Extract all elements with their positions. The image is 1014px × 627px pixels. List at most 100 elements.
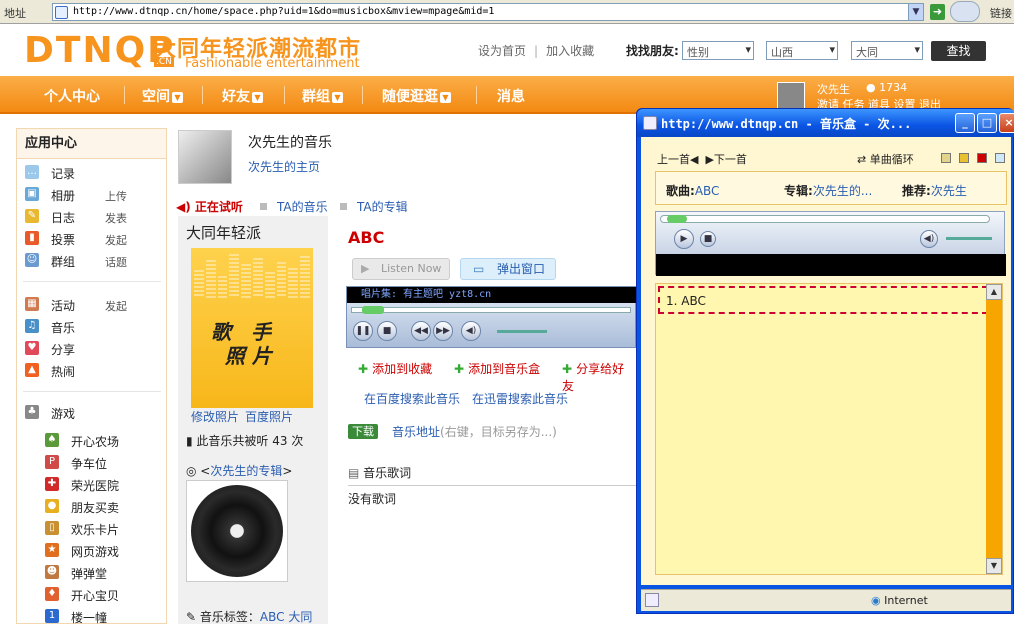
game-item[interactable]: ★ 网页游戏 [23, 541, 163, 561]
player-progress[interactable] [351, 306, 631, 314]
close-icon[interactable]: × [999, 113, 1014, 133]
group-icon: ☺ [25, 253, 39, 267]
window-titlebar[interactable]: http://www.dtnqp.cn - 音乐盒 - 次... _ □ × [637, 109, 1014, 137]
nav-item-friends[interactable]: 好友 ▼ [222, 86, 263, 106]
add-musicbox-link[interactable]: 添加到音乐盒 [454, 360, 540, 377]
sidebar-item-poll[interactable]: ▮ 投票 发起 [23, 229, 163, 249]
maximize-icon[interactable]: □ [977, 113, 997, 133]
bar-chart-icon: ▮ [25, 231, 39, 245]
url-dropdown-icon[interactable]: ▼ [908, 3, 924, 21]
download-badge[interactable]: 下载 [348, 424, 378, 439]
game-item[interactable]: ♦ 开心宝贝 [23, 585, 163, 605]
sidebar-item-album[interactable]: ▣ 相册 上传 [23, 185, 163, 205]
address-bar: 地址 http://www.dtnqp.cn/home/space.php?ui… [0, 0, 1014, 24]
game-item[interactable]: ☻ 弹弹堂 [23, 563, 163, 583]
sidebar-item-blog[interactable]: ✎ 日志 发表 [23, 207, 163, 227]
popup-window-button[interactable]: 弹出窗口 [460, 258, 556, 280]
music-address-link[interactable]: 音乐地址(右键，目标另存为...) [392, 423, 557, 440]
toolbar-plugin-icon[interactable] [950, 1, 980, 22]
playlist-item[interactable]: 1. ABC [658, 286, 988, 314]
city-select[interactable]: 大同 [851, 41, 923, 60]
site-logo-en: Fashionable entertainment [185, 56, 360, 71]
scroll-down-icon[interactable]: ▼ [986, 558, 1002, 574]
game-item[interactable]: 1 楼一幢 [23, 607, 163, 627]
user-avatar[interactable] [777, 82, 805, 110]
tab-bullet [340, 203, 347, 210]
pause-icon[interactable]: ❚❚ [353, 321, 373, 341]
next-track-icon[interactable]: ▶▶ [433, 321, 453, 341]
nav-username[interactable]: 次先生 [817, 81, 850, 97]
artist-title: 大同年轻派 [186, 224, 262, 242]
nav-item-browse[interactable]: 随便逛逛 ▼ [382, 86, 451, 106]
url-input[interactable]: http://www.dtnqp.cn/home/space.php?uid=1… [52, 3, 924, 21]
go-arrow-icon[interactable]: ➜ [930, 4, 945, 20]
site-logo[interactable]: DTNQP [24, 30, 176, 71]
xunlei-search-link[interactable]: 在迅雷搜索此音乐 [472, 390, 568, 407]
profile-home-link[interactable]: 次先生的主页 [248, 158, 320, 175]
play-icon[interactable]: ▶ [674, 229, 694, 249]
volume-slider[interactable] [497, 330, 547, 333]
nav-item-messages[interactable]: 消息 [497, 86, 525, 106]
bookmark-link[interactable]: 加入收藏 [546, 44, 594, 58]
province-select[interactable]: 山西 [766, 41, 838, 60]
gender-select[interactable]: 性别 [682, 41, 754, 60]
playlist-scrollbar[interactable]: ▲ ▼ [986, 284, 1002, 574]
progress-knob[interactable] [362, 306, 384, 314]
sidebar-item-records[interactable]: … 记录 [23, 163, 163, 183]
set-home-link[interactable]: 设为首页 [478, 44, 526, 58]
tab-ta-albums[interactable]: TA的专辑 [357, 198, 408, 215]
listen-now-button[interactable]: Listen Now [352, 258, 450, 280]
stop-icon[interactable]: ■ [700, 231, 716, 247]
skin-swatch[interactable] [995, 153, 1005, 163]
game-item[interactable]: ● 朋友买卖 [23, 497, 163, 517]
play-count: ▮ 此音乐共被听 43 次 [186, 434, 304, 448]
game-item[interactable]: P 争车位 [23, 453, 163, 473]
minimize-icon[interactable]: _ [955, 113, 975, 133]
artist-photo[interactable]: 歌 手 照 片 [191, 248, 313, 408]
baidu-photo-link[interactable]: 百度照片 [245, 410, 293, 424]
stop-icon[interactable]: ■ [377, 321, 397, 341]
tab-ta-music[interactable]: TA的音乐 [277, 198, 328, 215]
volume-icon[interactable]: ◀) [920, 230, 938, 248]
web-game-icon: ★ [45, 543, 59, 557]
profile-avatar[interactable] [178, 130, 232, 184]
progress-knob[interactable] [667, 215, 687, 223]
header-links: 设为首页 | 加入收藏 [478, 42, 594, 59]
skin-swatch[interactable] [977, 153, 987, 163]
search-button[interactable]: 查找 [931, 41, 986, 61]
game-item[interactable]: ▯ 欢乐卡片 [23, 519, 163, 539]
nav-item-groups[interactable]: 群组 ▼ [302, 86, 343, 106]
prev-track-icon[interactable]: ◀◀ [411, 321, 431, 341]
scroll-up-icon[interactable]: ▲ [986, 284, 1002, 300]
sidebar-item-share[interactable]: ♥ 分享 [23, 339, 163, 359]
red-cross-icon: ✚ [45, 477, 59, 491]
album-link[interactable]: 次先生的专辑 [210, 464, 282, 478]
add-favorite-link[interactable]: 添加到收藏 [358, 360, 432, 377]
edit-photo-link[interactable]: 修改照片 [191, 410, 239, 424]
album-link-row: ◎ <次先生的专辑> [186, 464, 293, 478]
tag-link[interactable]: ABC 大同 [260, 610, 312, 624]
sidebar-item-music[interactable]: ♫ 音乐 [23, 317, 163, 337]
single-loop-toggle[interactable]: ⇄ 单曲循环 [857, 151, 914, 167]
sidebar-item-group[interactable]: ☺ 群组 话题 [23, 251, 163, 271]
next-track-link[interactable]: ▶下一首 [705, 153, 746, 166]
game-item[interactable]: ✚ 荣光医院 [23, 475, 163, 495]
volume-icon[interactable]: ◀) [461, 321, 481, 341]
sidebar-item-events[interactable]: ▦ 活动 发起 [23, 295, 163, 315]
game-item[interactable]: ♠ 开心农场 [23, 431, 163, 451]
nav-item-personal[interactable]: 个人中心 [44, 86, 100, 106]
prev-track-link[interactable]: 上一首◀ [657, 153, 698, 166]
share-link[interactable]: 分享给好友 [562, 360, 636, 394]
volume-slider[interactable] [946, 237, 992, 240]
chevron-down-icon: ▼ [440, 92, 451, 103]
skin-swatch[interactable] [941, 153, 951, 163]
sidebar-item-hot[interactable]: ▲ 热闹 [23, 361, 163, 381]
musicbox-progress[interactable] [660, 215, 990, 223]
tab-now-playing[interactable]: ◀) 正在试听 [176, 198, 243, 215]
window-title: http://www.dtnqp.cn - 音乐盒 - 次... [661, 117, 912, 131]
album-cover[interactable] [186, 480, 288, 582]
nav-item-space[interactable]: 空间 ▼ [142, 86, 183, 106]
skin-swatch[interactable] [959, 153, 969, 163]
links-label[interactable]: 链接 [990, 5, 1012, 21]
baidu-search-link[interactable]: 在百度搜索此音乐 [364, 390, 460, 407]
